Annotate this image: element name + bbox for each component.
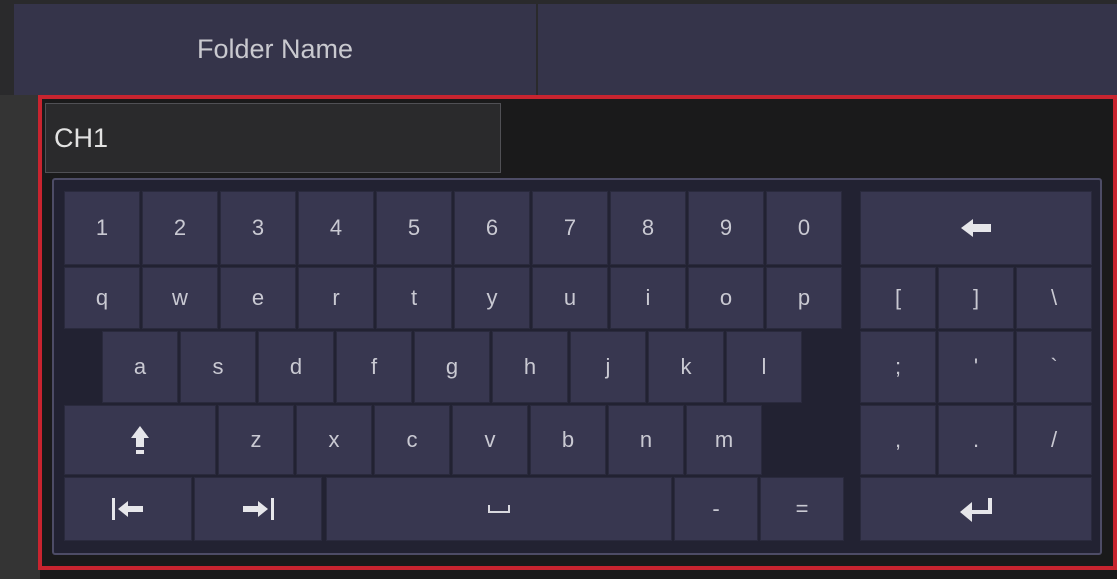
left-edge-strip <box>0 95 40 579</box>
folder-name-header: Folder Name <box>14 4 536 95</box>
highlight-frame <box>38 95 1117 570</box>
folder-name-label: Folder Name <box>196 34 354 64</box>
header-value-cell <box>538 4 1117 95</box>
